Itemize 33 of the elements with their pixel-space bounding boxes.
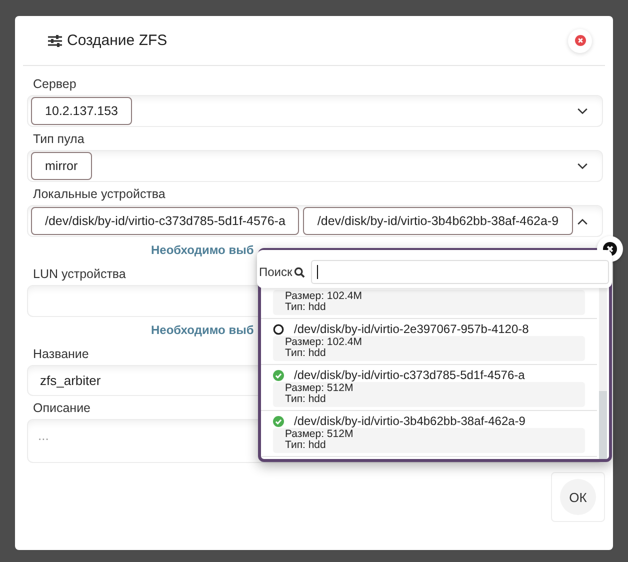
device-path: /dev/disk/by-id/virtio-2e397067-957b-4120-8: [294, 322, 529, 336]
selected-chip: /dev/disk/by-id/virtio-3b4b62bb-38af-462a-9: [303, 207, 573, 235]
device-option[interactable]: /dev/disk/by-id/virtio-2e397067-957b-4120-8 Размер: 102.4M Тип: hdd: [261, 319, 597, 365]
validation-hint: Необходимо выб: [151, 322, 254, 339]
device-info: Размер: 102.4M Тип: hdd: [273, 290, 585, 315]
close-icon: [574, 35, 586, 46]
field-label: Описание: [32, 400, 92, 417]
field-label: LUN устройства: [32, 266, 127, 283]
selected-chip: mirror: [31, 152, 92, 180]
search-field[interactable]: [311, 260, 609, 284]
field-label: Название: [32, 346, 90, 363]
select-field[interactable]: /dev/disk/by-id/virtio-c373d785-5d1f-4576-a /dev/disk/by-id/virtio-3b4b62bb-38af-462a-9: [27, 205, 603, 237]
device-option[interactable]: /dev/disk/by-id/virtio-3b4b62bb-38af-462a-9 Размер: 512M Тип: hdd: [261, 411, 597, 457]
sliders-icon: [48, 34, 62, 46]
device-info: Размер: 512M Тип: hdd: [273, 382, 585, 407]
field-label: Локальные устройства: [32, 186, 166, 203]
ok-button[interactable]: ОК: [551, 472, 605, 522]
select-field[interactable]: 10.2.137.153: [27, 95, 603, 127]
select-field[interactable]: mirror: [27, 150, 603, 182]
search-icon: [294, 266, 306, 278]
validation-hint: Необходимо выб: [151, 242, 254, 259]
dialog-title: Создание ZFS: [67, 32, 168, 49]
device-option[interactable]: Размер: 102.4M Тип: hdd: [261, 288, 597, 319]
field-label: Сервер: [32, 76, 78, 93]
selected-chip: /dev/disk/by-id/virtio-c373d785-5d1f-4576-a: [31, 207, 300, 235]
device-info: Размер: 102.4M Тип: hdd: [273, 336, 585, 361]
field-label: Тип пула: [32, 131, 86, 148]
device-option[interactable]: /dev/disk/by-id/virtio-c373d785-5d1f-4576-a Размер: 512M Тип: hdd: [261, 365, 597, 411]
device-path: /dev/disk/by-id/virtio-3b4b62bb-38af-462a-9: [294, 414, 526, 428]
selected-chip: 10.2.137.153: [31, 97, 132, 125]
device-path: /dev/disk/by-id/virtio-c373d785-5d1f-4576-a: [294, 368, 525, 382]
device-info: Размер: 512M Тип: hdd: [273, 428, 585, 453]
search-label: Поиск: [259, 265, 292, 279]
